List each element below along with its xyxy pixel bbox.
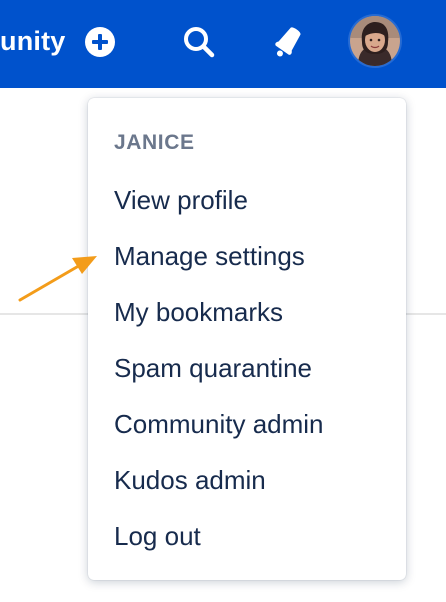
- plus-circle-icon: [85, 27, 115, 57]
- kudos-admin-link[interactable]: Kudos admin: [114, 464, 266, 496]
- my-bookmarks-link[interactable]: My bookmarks: [114, 296, 283, 328]
- user-photo: [350, 16, 400, 66]
- spam-quarantine-link[interactable]: Spam quarantine: [114, 352, 312, 384]
- create-button[interactable]: [85, 27, 115, 57]
- search-icon: [184, 27, 215, 58]
- user-dropdown-menu: JANICE View profile Manage settings My b…: [88, 98, 406, 580]
- community-title[interactable]: unity: [0, 22, 66, 60]
- notifications-button[interactable]: [268, 22, 308, 62]
- community-admin-link[interactable]: Community admin: [114, 408, 324, 440]
- top-navigation-bar: unity: [0, 0, 446, 88]
- avatar[interactable]: [350, 16, 400, 66]
- megaphone-icon: [275, 27, 301, 57]
- log-out-link[interactable]: Log out: [114, 520, 201, 552]
- view-profile-link[interactable]: View profile: [114, 184, 248, 216]
- menu-username: JANICE: [114, 131, 195, 154]
- manage-settings-link[interactable]: Manage settings: [114, 240, 305, 272]
- search-button[interactable]: [181, 24, 217, 60]
